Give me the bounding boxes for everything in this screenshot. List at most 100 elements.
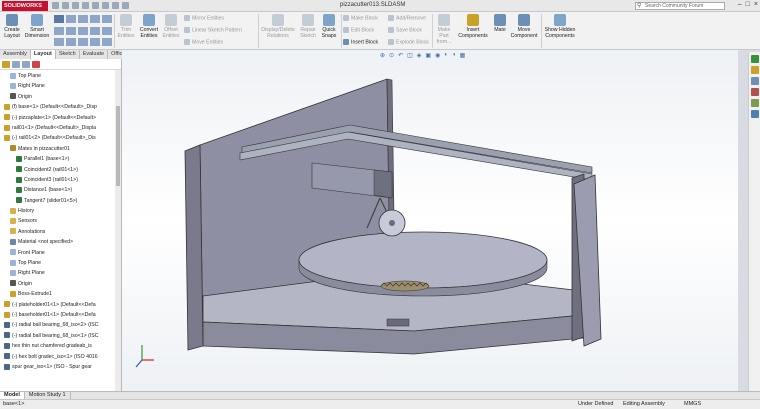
file-explorer-icon[interactable] bbox=[751, 77, 759, 85]
trim-entities-button[interactable]: Trim Entities bbox=[116, 14, 136, 39]
line-icon[interactable] bbox=[54, 15, 64, 23]
undo-icon[interactable] bbox=[92, 2, 99, 9]
slot-icon[interactable] bbox=[78, 15, 88, 23]
spline-icon[interactable] bbox=[78, 26, 88, 35]
solidworks-logo[interactable]: SOLIDWORKS bbox=[2, 1, 48, 11]
explode-block-button[interactable]: Explode Block bbox=[388, 39, 429, 46]
tree-item[interactable]: Front Plane bbox=[0, 248, 121, 258]
tree-item[interactable]: spur gear_iso<1> (ISO - Spur gear bbox=[0, 362, 121, 372]
tree-item[interactable]: (f) base<1> (Default<<Default>_Disp bbox=[0, 102, 121, 112]
ellipse-icon[interactable] bbox=[66, 38, 76, 47]
tree-item[interactable]: Coincident2 (rail01<1>) bbox=[0, 165, 121, 175]
make-part-from-block-button[interactable]: Make Part from... bbox=[434, 14, 454, 45]
convert-entities-button[interactable]: Convert Entities bbox=[137, 14, 161, 39]
feature-manager-icon[interactable] bbox=[2, 61, 10, 68]
bottom-tab-motion-study-1[interactable]: Motion Study 1 bbox=[25, 392, 71, 399]
minimize-icon[interactable]: – bbox=[738, 1, 742, 8]
tree-item[interactable]: Tangent7 (slider01<5>) bbox=[0, 196, 121, 206]
display-delete-relations-button[interactable]: Display/Delete Relations bbox=[260, 14, 296, 39]
rectangle-icon[interactable] bbox=[66, 15, 76, 23]
appearances-icon[interactable] bbox=[751, 99, 759, 107]
open-file-icon[interactable] bbox=[62, 2, 69, 9]
design-library-icon[interactable] bbox=[751, 66, 759, 74]
tree-item[interactable]: Origin bbox=[0, 279, 121, 289]
new-file-icon[interactable] bbox=[52, 2, 59, 9]
tree-item[interactable]: Material <not specified> bbox=[0, 237, 121, 247]
tree-item[interactable]: Origin bbox=[0, 92, 121, 102]
offset-entities-button[interactable]: Offset Entities bbox=[161, 14, 181, 39]
tree-item[interactable]: (-) rail01<2> (Default<<Default>_Dis bbox=[0, 133, 121, 143]
tab-layout[interactable]: Layout bbox=[30, 50, 56, 59]
apply-scene-icon[interactable]: ◑ bbox=[452, 52, 456, 59]
model-viewport[interactable] bbox=[122, 50, 738, 391]
bottom-tab-model[interactable]: Model bbox=[0, 392, 25, 399]
rebuild-icon[interactable] bbox=[112, 2, 119, 9]
tree-item[interactable]: History bbox=[0, 206, 121, 216]
tree-item[interactable]: Coincident3 (rail01<1>) bbox=[0, 175, 121, 185]
text-icon[interactable] bbox=[102, 15, 112, 23]
view-orientation-icon[interactable]: ◈ bbox=[417, 52, 422, 59]
smart-dimension-button[interactable]: Smart Dimension bbox=[24, 14, 50, 39]
insert-block-button[interactable]: Insert Block bbox=[343, 39, 378, 46]
resources-icon[interactable] bbox=[751, 55, 759, 63]
section-view-icon[interactable]: ◫ bbox=[407, 52, 413, 59]
quick-snaps-button[interactable]: Quick Snaps bbox=[319, 14, 339, 39]
tree-item[interactable]: Mates in pizzacutter01 bbox=[0, 144, 121, 154]
save-icon[interactable] bbox=[72, 2, 79, 9]
tab-evaluate[interactable]: Evaluate bbox=[80, 50, 109, 59]
print-icon[interactable] bbox=[82, 2, 89, 9]
tab-assembly[interactable]: Assembly bbox=[0, 50, 31, 59]
point-icon[interactable] bbox=[90, 15, 100, 23]
centerline-icon[interactable] bbox=[78, 38, 88, 47]
tree-item[interactable]: Sensors bbox=[0, 216, 121, 226]
polygon-icon[interactable] bbox=[66, 26, 76, 35]
zoom-area-icon[interactable]: ⊙ bbox=[389, 52, 394, 59]
tree-item[interactable]: (-) hex bolt gradec_iso<1> (ISO 4016 bbox=[0, 352, 121, 362]
custom-properties-icon[interactable] bbox=[751, 110, 759, 118]
display-manager-icon[interactable] bbox=[32, 61, 40, 68]
zoom-to-fit-icon[interactable]: ⊕ bbox=[380, 52, 385, 59]
tab-sketch[interactable]: Sketch bbox=[56, 50, 80, 59]
display-style-icon[interactable]: ▣ bbox=[425, 52, 431, 59]
tree-item[interactable]: Right Plane bbox=[0, 268, 121, 278]
options-icon[interactable] bbox=[122, 2, 129, 9]
chamfer-icon[interactable] bbox=[102, 38, 112, 47]
edit-appearance-icon[interactable]: ◐ bbox=[444, 52, 448, 59]
tree-item[interactable]: Parallel1 (base<1>) bbox=[0, 154, 121, 164]
repair-sketch-button[interactable]: Repair Sketch bbox=[298, 14, 318, 39]
close-icon[interactable]: × bbox=[754, 1, 758, 8]
tree-item[interactable]: (-) baseholder01<1> (Default<<Defa bbox=[0, 310, 121, 320]
tree-item[interactable]: (-) radial ball bearing_68_iso<1> (ISC bbox=[0, 331, 121, 341]
graphics-area[interactable] bbox=[122, 50, 738, 391]
edit-block-button[interactable]: Edit Block bbox=[343, 27, 374, 34]
arc-icon[interactable] bbox=[54, 38, 64, 47]
tree-item[interactable]: rail01<1> (Default<<Default>_Displa bbox=[0, 123, 121, 133]
tree-item[interactable]: Distance1 (base<1>) bbox=[0, 185, 121, 195]
tree-item[interactable]: Annotations bbox=[0, 227, 121, 237]
previous-view-icon[interactable]: ↶ bbox=[398, 52, 403, 59]
view-settings-icon[interactable]: ▦ bbox=[460, 52, 466, 59]
tree-scrollbar[interactable] bbox=[115, 70, 121, 391]
property-manager-icon[interactable] bbox=[12, 61, 20, 68]
create-layout-button[interactable]: Create Layout bbox=[2, 14, 22, 39]
circle-icon[interactable] bbox=[54, 26, 64, 35]
move-entities-button[interactable]: Move Entities bbox=[184, 39, 223, 46]
plane-icon[interactable] bbox=[90, 26, 100, 35]
status-units[interactable]: MMGS bbox=[684, 400, 701, 409]
tree-item[interactable]: Boss-Extrude1 bbox=[0, 289, 121, 299]
tree-item[interactable]: (-) pizzaplate<1> (Default<<Default> bbox=[0, 113, 121, 123]
scrollbar-thumb[interactable] bbox=[116, 106, 120, 186]
mate-button[interactable]: Mate bbox=[492, 14, 508, 33]
tree-item[interactable]: hex thin nut chamfered gradeab_is bbox=[0, 341, 121, 351]
show-hidden-components-button[interactable]: Show Hidden Components bbox=[543, 14, 577, 39]
sketch-picture-icon[interactable] bbox=[90, 38, 100, 47]
tree-item[interactable]: Right Plane bbox=[0, 81, 121, 91]
mirror-entities-button[interactable]: Mirror Entities bbox=[184, 15, 224, 22]
tree-item[interactable]: Top Plane bbox=[0, 71, 121, 81]
fillet-icon[interactable] bbox=[102, 26, 112, 35]
tree-item[interactable]: Top Plane bbox=[0, 258, 121, 268]
add-remove-button[interactable]: Add/Remove bbox=[388, 15, 426, 22]
search-input[interactable]: ⚲ Search Community Forum bbox=[635, 2, 725, 10]
tree-item[interactable]: (-) radial ball bearing_68_iso<2> (ISC bbox=[0, 320, 121, 330]
configuration-manager-icon[interactable] bbox=[22, 61, 30, 68]
